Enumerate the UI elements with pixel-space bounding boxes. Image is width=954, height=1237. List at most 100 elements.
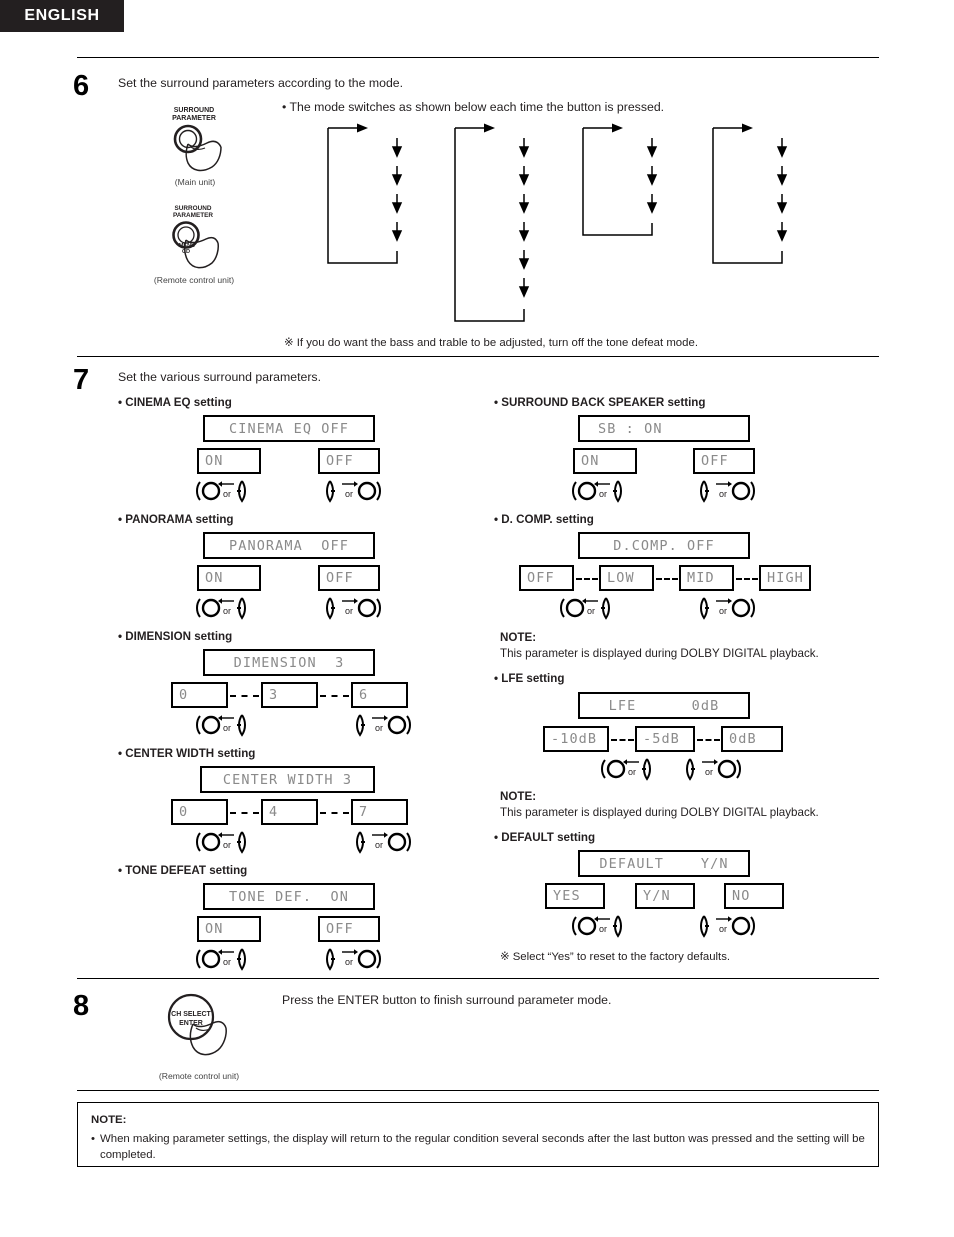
svg-text:or: or [223,840,231,850]
section-title-default: • DEFAULT setting [494,831,596,844]
option-lfe-minus10db[interactable]: -10dB [543,726,609,752]
press-knob-remote-icon: SURROUND PARAMETER MENU CD [172,205,219,269]
option-center-width-7[interactable]: 7 [351,799,408,825]
operator-default-right[interactable]: or [694,913,756,939]
mode-flow-column-4 [710,118,790,278]
knob-or-cursor-left-icon: or [560,597,610,620]
option-dcomp-off[interactable]: OFF [519,565,574,591]
step-8-instruction: Press the ENTER button to finish surroun… [282,993,612,1007]
operator-cinema-eq-left[interactable]: or [192,478,254,504]
knob-or-cursor-left-icon: or [572,480,622,503]
loop-arrow-diagram-icon [582,123,658,236]
option-dcomp-low[interactable]: LOW [599,565,654,591]
svg-text:or: or [345,957,353,967]
ch-select-enter-figure[interactable]: CH SELECT ENTER [155,990,245,1072]
option-dcomp-mid[interactable]: MID [679,565,734,591]
svg-text:or: or [705,767,713,777]
option-default-no[interactable]: NO [724,883,784,909]
language-tab: ENGLISH [0,0,124,32]
mode-flow-column-2 [452,118,532,336]
option-panorama-on[interactable]: ON [197,565,261,591]
loop-arrow-diagram-icon [712,123,788,264]
option-sb-on[interactable]: ON [573,448,637,474]
display-d-comp: D.COMP. OFF [578,532,750,559]
section-title-cinema-eq: • CINEMA EQ setting [118,396,232,409]
option-lfe-0db[interactable]: 0dB [721,726,783,752]
svg-text:or: or [345,489,353,499]
display-lfe: LFE 0dB [578,692,750,719]
operator-center-width-left[interactable]: or [192,829,254,855]
dash-connector [611,739,634,741]
option-tone-defeat-off[interactable]: OFF [318,916,380,942]
operator-cinema-eq-right[interactable]: or [320,478,382,504]
svg-text:SURROUND: SURROUND [175,205,212,212]
display-cinema-eq: CINEMA EQ OFF [203,415,375,442]
operator-lfe-right[interactable]: or [680,756,742,782]
option-dimension-3[interactable]: 3 [261,682,318,708]
main-unit-caption: (Main unit) [174,177,216,187]
operator-dcomp-right[interactable]: or [694,595,756,621]
bottom-note-bullet: • [91,1132,95,1145]
operator-dimension-left[interactable]: or [192,712,254,738]
operator-dimension-right[interactable]: or [350,712,412,738]
knob-or-cursor-left-icon: or [196,948,246,971]
svg-text:or: or [599,924,607,934]
operator-tone-defeat-right[interactable]: or [320,946,382,972]
divider-step6-step7 [77,356,879,357]
operator-lfe-left[interactable]: or [597,756,659,782]
option-panorama-off[interactable]: OFF [318,565,380,591]
svg-text:or: or [345,606,353,616]
knob-or-cursor-right-icon: or [326,480,381,503]
section-title-center-width: • CENTER WIDTH setting [118,747,256,760]
option-center-width-4[interactable]: 4 [261,799,318,825]
option-tone-defeat-on[interactable]: ON [197,916,261,942]
section-title-d-comp: • D. COMP. setting [494,513,594,526]
knob-or-cursor-right-icon: or [700,597,755,620]
section-title-surround-back-speaker: • SURROUND BACK SPEAKER setting [494,396,706,409]
note-lfe-body: This parameter is displayed during DOLBY… [500,806,819,820]
option-sb-off[interactable]: OFF [693,448,755,474]
option-default-yes[interactable]: YES [545,883,605,909]
knob-or-cursor-right-icon: or [356,831,411,854]
section-title-lfe: • LFE setting [494,672,565,685]
step-7-instruction: Set the various surround parameters. [118,370,322,384]
option-cinema-eq-on[interactable]: ON [197,448,261,474]
svg-text:PARAMETER: PARAMETER [173,212,213,219]
svg-text:CH SELECT: CH SELECT [171,1011,211,1018]
surround-parameter-remote-figure[interactable]: SURROUND PARAMETER MENU CD [155,201,233,279]
svg-text:SURROUND: SURROUND [174,107,214,114]
operator-default-left[interactable]: or [568,913,630,939]
operator-panorama-right[interactable]: or [320,595,382,621]
operator-sb-left[interactable]: or [568,478,630,504]
bottom-note-body: When making parameter settings, the disp… [100,1132,865,1162]
display-panorama: PANORAMA OFF [203,532,375,559]
option-default-yn[interactable]: Y/N [635,883,695,909]
svg-text:or: or [375,840,383,850]
operator-tone-defeat-left[interactable]: or [192,946,254,972]
operator-dcomp-left[interactable]: or [556,595,618,621]
surround-parameter-main-unit-figure[interactable]: SURROUND PARAMETER [155,103,233,181]
option-center-width-0[interactable]: 0 [171,799,228,825]
option-cinema-eq-off[interactable]: OFF [318,448,380,474]
step-6-footnote: ※ If you do want the bass and trable to … [284,337,698,349]
dash-connector [230,695,259,697]
option-dcomp-high[interactable]: HIGH [759,565,811,591]
dash-connector [230,812,259,814]
display-center-width: CENTER WIDTH 3 [200,766,375,793]
option-dimension-6[interactable]: 6 [351,682,408,708]
operator-center-width-right[interactable]: or [350,829,412,855]
display-tone-defeat: TONE DEF. ON [203,883,375,910]
divider-step8-note [77,1090,879,1091]
option-lfe-minus5db[interactable]: -5dB [635,726,695,752]
operator-sb-right[interactable]: or [694,478,756,504]
svg-text:PARAMETER: PARAMETER [172,115,216,122]
svg-text:or: or [223,723,231,733]
knob-or-cursor-left-icon: or [601,758,651,781]
knob-or-cursor-left-icon: or [196,714,246,737]
svg-text:or: or [587,606,595,616]
bottom-note-title: NOTE: [91,1114,127,1126]
operator-panorama-left[interactable]: or [192,595,254,621]
option-dimension-0[interactable]: 0 [171,682,228,708]
note-d-comp: NOTE: This parameter is displayed during… [500,630,819,662]
divider-step7-step8 [77,978,879,979]
